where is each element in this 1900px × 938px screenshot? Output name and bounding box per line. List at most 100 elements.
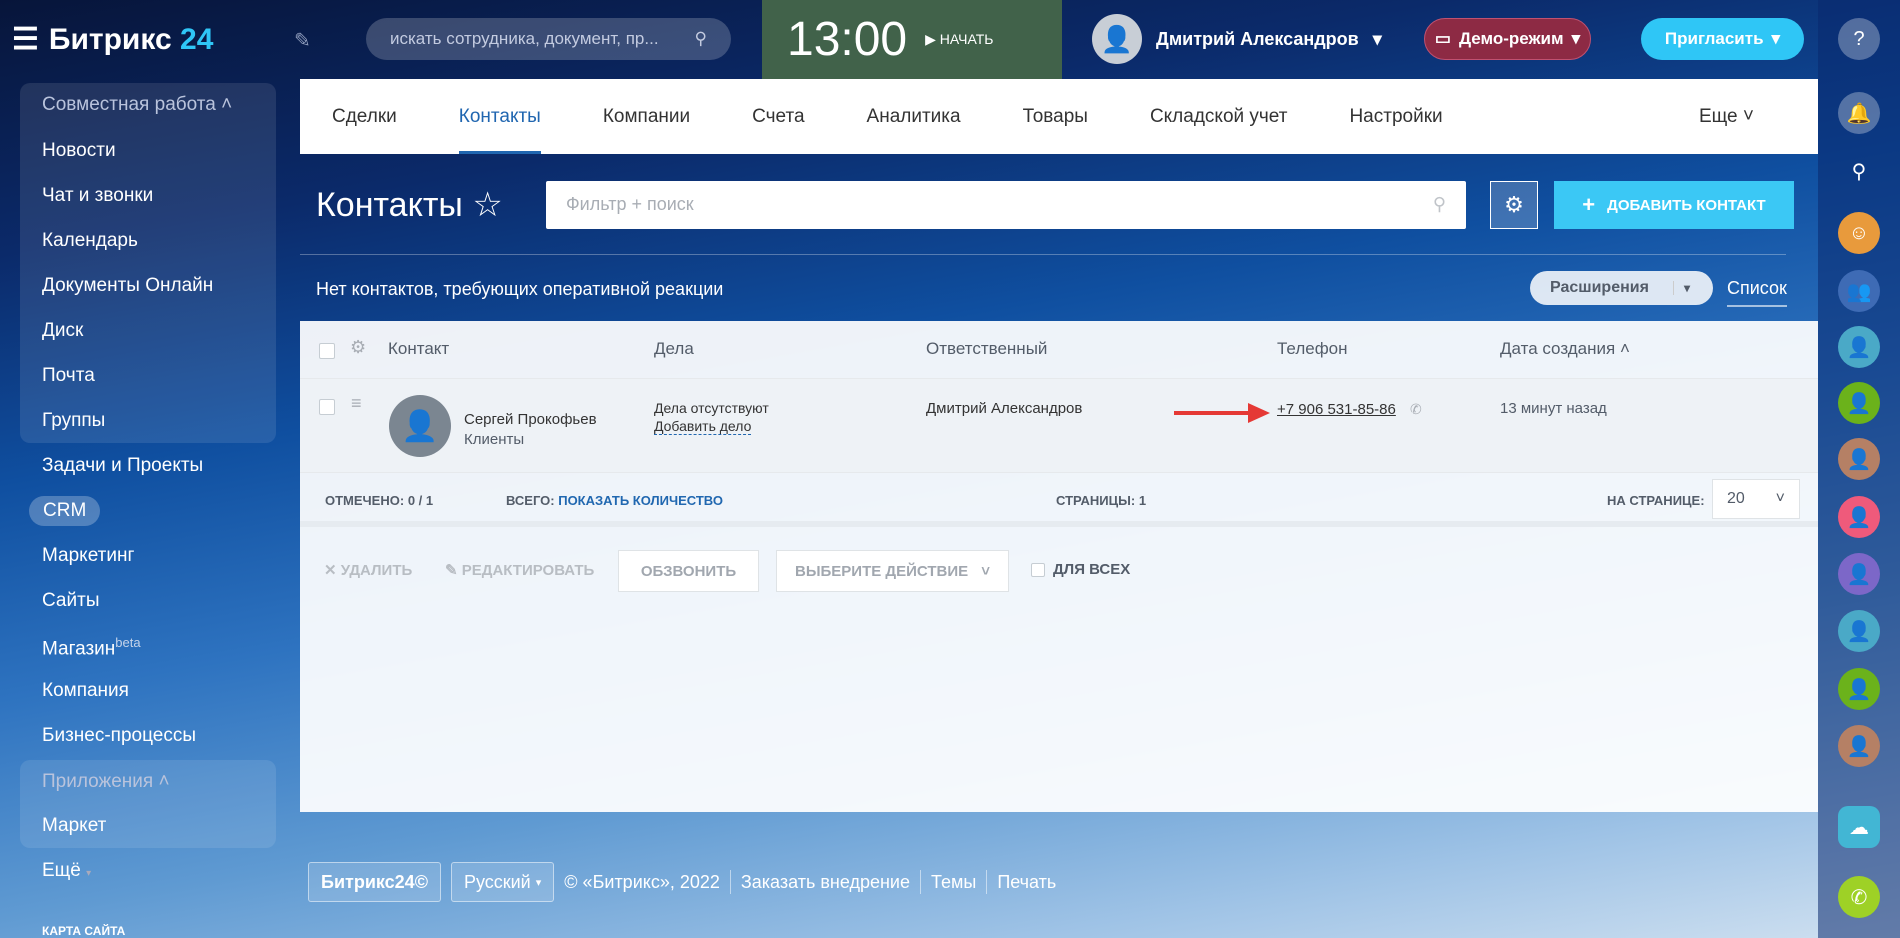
add-contact-button[interactable]: + ДОБАВИТЬ КОНТАКТ xyxy=(1554,181,1794,229)
settings-button[interactable]: ⚙ xyxy=(1490,181,1538,229)
sidebar-group-title[interactable]: Приложения ˄ xyxy=(42,771,170,793)
sitemap-link[interactable]: КАРТА САЙТА xyxy=(42,924,125,938)
add-label: ДОБАВИТЬ КОНТАКТ xyxy=(1607,196,1766,214)
more-label: Ещё xyxy=(42,860,81,881)
select-all-checkbox[interactable] xyxy=(319,343,335,359)
sidebar-item-calendar[interactable]: Календарь xyxy=(42,230,138,252)
pages-value[interactable]: 1 xyxy=(1139,493,1146,508)
print-link[interactable]: Печать xyxy=(997,872,1056,893)
cloud-phone-icon[interactable]: ☁ xyxy=(1838,806,1880,848)
phone-icon[interactable]: ✆ xyxy=(1410,401,1422,418)
sidebar-item-groups[interactable]: Группы xyxy=(42,410,105,432)
column-responsible[interactable]: Ответственный xyxy=(926,339,1047,359)
created-date: 13 минут назад xyxy=(1500,400,1607,417)
per-page-select[interactable]: 20 ˅ xyxy=(1712,479,1800,519)
divider xyxy=(729,870,731,894)
tab-contacts[interactable]: Контакты xyxy=(458,79,541,154)
sidebar-item-sites[interactable]: Сайты xyxy=(42,590,99,612)
tab-products[interactable]: Товары xyxy=(1023,79,1088,154)
invite-button[interactable]: Пригласить ▾ xyxy=(1641,18,1804,60)
marked-value: 0 / 1 xyxy=(407,493,434,508)
star-icon[interactable]: ☆ xyxy=(472,186,502,224)
language-select[interactable]: Русский ▾ xyxy=(450,862,555,902)
bitrix24-badge[interactable]: Битрикс24 © xyxy=(308,862,441,902)
table-row[interactable]: ≡ 👤 Сергей Прокофьев Клиенты Дела отсутс… xyxy=(300,379,1818,473)
column-phone[interactable]: Телефон xyxy=(1277,339,1348,359)
avatar[interactable]: 👤 xyxy=(1838,496,1880,538)
sidebar-item-shop[interactable]: Магазинbeta xyxy=(42,635,141,660)
list-view-tab[interactable]: Список xyxy=(1727,278,1787,307)
avatar[interactable]: ☺ xyxy=(1838,212,1880,254)
group-chat-icon[interactable]: 👥 xyxy=(1838,270,1880,312)
delete-button[interactable]: ✕ УДАЛИТЬ xyxy=(324,561,412,579)
column-created[interactable]: Дата создания ˄ xyxy=(1500,339,1630,359)
logo[interactable]: ☰ Битрикс 24 xyxy=(12,22,213,57)
start-button[interactable]: ▶ НАЧАТЬ xyxy=(925,31,993,48)
row-checkbox[interactable] xyxy=(319,399,335,415)
shop-label: Магазин xyxy=(42,638,116,660)
order-link[interactable]: Заказать внедрение xyxy=(741,872,910,893)
top-bar: ☰ Битрикс 24 ✎ искать сотрудника, докумен… xyxy=(0,0,1818,79)
sidebar-item-company[interactable]: Компания xyxy=(42,680,129,702)
sidebar-item-tasks[interactable]: Задачи и Проекты xyxy=(42,455,203,477)
sidebar-item-disk[interactable]: Диск xyxy=(42,320,83,342)
responsible-link[interactable]: Дмитрий Александров xyxy=(926,400,1082,417)
sidebar-group-title[interactable]: Совместная работа ˄ xyxy=(42,94,232,116)
filter-search-input[interactable]: Фильтр + поиск ⚲ xyxy=(546,181,1466,229)
sidebar-item-docs[interactable]: Документы Онлайн xyxy=(42,275,213,297)
avatar[interactable]: 👤 xyxy=(1838,382,1880,424)
sidebar-item-crm[interactable]: CRM xyxy=(29,496,101,526)
phone-link[interactable]: +7 906 531-85-86 xyxy=(1277,401,1396,418)
sidebar-item-market[interactable]: Маркет xyxy=(42,815,106,837)
contact-name-link[interactable]: Сергей Прокофьев xyxy=(464,411,597,428)
drag-handle-icon[interactable]: ≡ xyxy=(351,393,362,414)
help-icon[interactable]: ? xyxy=(1838,18,1880,60)
footer: Битрикс24 © Русский ▾ © «Битрикс», 2022 З… xyxy=(308,862,1056,902)
demo-mode-button[interactable]: ▭ Демо-режим ▾ xyxy=(1424,18,1591,60)
sidebar-item-chat[interactable]: Чат и звонки xyxy=(42,185,153,207)
avatar[interactable]: 👤 xyxy=(1838,553,1880,595)
avatar[interactable]: 👤 xyxy=(1838,725,1880,767)
bell-icon[interactable]: 🔔 xyxy=(1838,92,1880,134)
checkbox[interactable] xyxy=(1031,562,1045,577)
red-arrow-annotation xyxy=(1174,403,1270,423)
tab-warehouse[interactable]: Складской учет xyxy=(1150,79,1288,154)
tab-settings[interactable]: Настройки xyxy=(1349,79,1442,154)
sidebar-item-bizproc[interactable]: Бизнес-процессы xyxy=(42,725,196,747)
tab-deals[interactable]: Сделки xyxy=(332,79,397,154)
user-menu[interactable]: 👤 Дмитрий Александров ▾ xyxy=(1092,14,1382,64)
edit-button[interactable]: ✎ РЕДАКТИРОВАТЬ xyxy=(445,561,594,579)
call-button[interactable]: ОБЗВОНИТЬ xyxy=(618,550,759,592)
sidebar-item-news[interactable]: Новости xyxy=(42,140,116,162)
select-action-dropdown[interactable]: ВЫБЕРИТЕ ДЕЙСТВИЕ ˅ xyxy=(776,550,1009,592)
time-widget[interactable]: 13:00 ▶ НАЧАТЬ xyxy=(762,0,1062,79)
search-icon[interactable]: ⚲ xyxy=(1433,194,1446,216)
column-contact[interactable]: Контакт xyxy=(388,339,449,359)
copyright: © «Битрикс», 2022 xyxy=(564,871,720,892)
menu-icon[interactable]: ☰ xyxy=(12,22,39,57)
for-all-checkbox[interactable]: ДЛЯ ВСЕХ xyxy=(1031,561,1130,578)
gear-icon[interactable]: ⚙ xyxy=(350,337,366,358)
search-input[interactable]: искать сотрудника, документ, пр... ⚲ xyxy=(366,18,731,60)
tab-more[interactable]: Еще ˅ xyxy=(1699,79,1754,154)
avatar[interactable]: 👤 xyxy=(1838,610,1880,652)
show-count-link[interactable]: ПОКАЗАТЬ КОЛИЧЕСТВО xyxy=(558,493,723,508)
add-deal-link[interactable]: Добавить дело xyxy=(654,418,752,435)
tab-analytics[interactable]: Аналитика xyxy=(867,79,961,154)
themes-link[interactable]: Темы xyxy=(931,872,976,893)
avatar[interactable]: 👤 xyxy=(1838,438,1880,480)
avatar[interactable]: 👤 xyxy=(1838,668,1880,710)
tab-invoices[interactable]: Счета xyxy=(752,79,804,154)
search-icon[interactable]: ⚲ xyxy=(1838,150,1880,192)
sidebar-item-marketing[interactable]: Маркетинг xyxy=(42,545,134,567)
phone-icon[interactable]: ✆ xyxy=(1838,876,1880,918)
sidebar-more[interactable]: Ещё ▾ xyxy=(42,860,91,882)
sidebar-item-mail[interactable]: Почта xyxy=(42,365,95,387)
extensions-button[interactable]: Расширения ▾ xyxy=(1530,271,1713,305)
search-icon[interactable]: ⚲ xyxy=(695,29,707,49)
avatar[interactable]: 👤 xyxy=(1838,326,1880,368)
tab-companies[interactable]: Компании xyxy=(603,79,690,154)
column-deals[interactable]: Дела xyxy=(654,339,694,359)
pencil-icon[interactable]: ✎ xyxy=(294,28,311,53)
chevron-down-icon[interactable]: ▾ xyxy=(1672,281,1690,295)
